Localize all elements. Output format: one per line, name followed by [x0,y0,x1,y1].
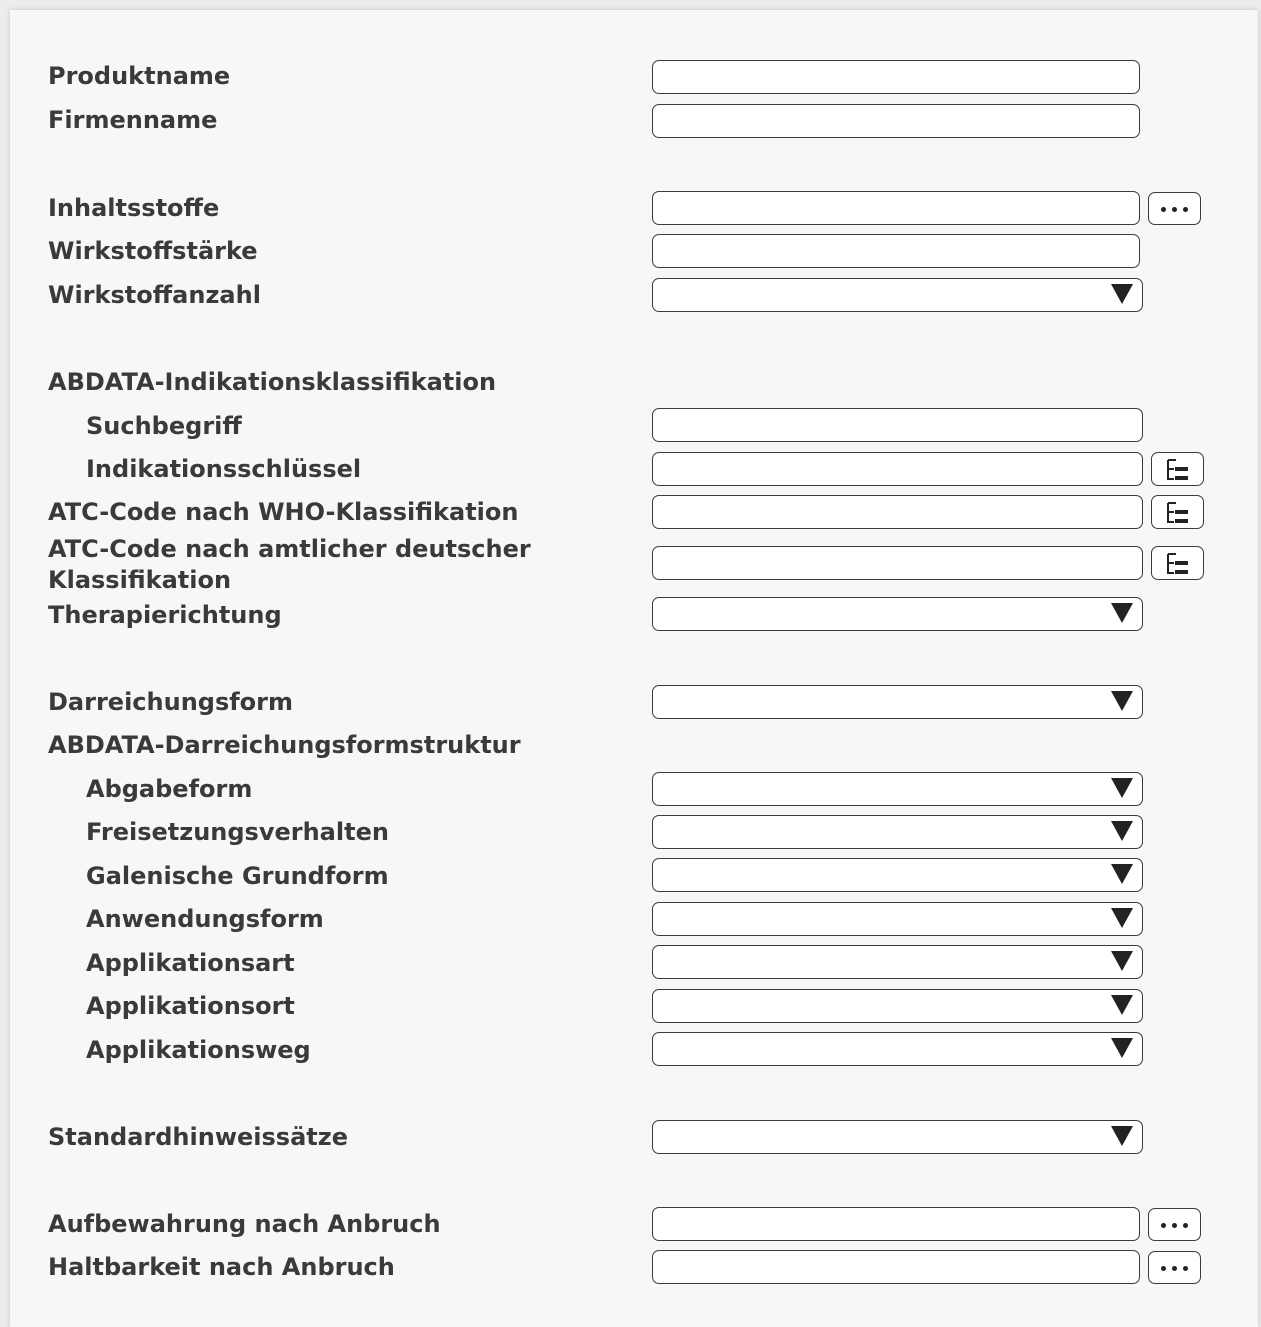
wirkstoffstaerke-input[interactable] [652,234,1140,268]
label-inhaltsstoffe: Inhaltsstoffe [48,194,220,222]
tree-hierarchy-icon [1167,553,1188,574]
label-darreichungsform: Darreichungsform [48,688,294,716]
galenische-grundform-select[interactable] [652,858,1143,892]
applikationsart-select[interactable] [652,945,1143,979]
standardhinweissaetze-select[interactable] [652,1120,1143,1154]
applikationsweg-select[interactable] [652,1032,1143,1066]
label-anwendungsform: Anwendungsform [86,905,324,933]
aufbewahrung-more-button[interactable] [1148,1208,1201,1241]
label-atc-amtlich: ATC-Code nach amtlicher deutscher Klassi… [48,535,531,594]
label-freisetzungsverhalten: Freisetzungsverhalten [86,818,389,846]
freisetzungsverhalten-select[interactable] [652,815,1143,849]
tree-hierarchy-icon [1167,502,1188,523]
triangle-down-icon [1111,284,1133,304]
triangle-down-icon [1111,821,1133,841]
label-abdata-darreichungsformstruktur: ABDATA-Darreichungsformstruktur [48,731,521,759]
haltbarkeit-nach-anbruch-input[interactable] [652,1250,1140,1284]
indikationsschluessel-tree-button[interactable] [1151,452,1204,486]
label-applikationsart: Applikationsart [86,949,295,977]
aufbewahrung-nach-anbruch-input[interactable] [652,1207,1140,1241]
label-abgabeform: Abgabeform [86,775,253,803]
label-standardhinweissaetze: Standardhinweissätze [48,1123,348,1151]
triangle-down-icon [1111,951,1133,971]
label-applikationsort: Applikationsort [86,992,295,1020]
produktname-input[interactable] [652,60,1140,94]
label-haltbarkeit-nach-anbruch: Haltbarkeit nach Anbruch [48,1253,395,1281]
triangle-down-icon [1111,995,1133,1015]
triangle-down-icon [1111,603,1133,623]
darreichungsform-select[interactable] [652,685,1143,719]
tree-hierarchy-icon [1167,459,1188,480]
haltbarkeit-more-button[interactable] [1148,1251,1201,1284]
suchbegriff-input[interactable] [652,408,1143,442]
inhaltsstoffe-more-button[interactable] [1148,192,1201,225]
label-wirkstoffstaerke: Wirkstoffstärke [48,237,258,265]
label-therapierichtung: Therapierichtung [48,601,282,629]
triangle-down-icon [1111,778,1133,798]
triangle-down-icon [1111,691,1133,711]
triangle-down-icon [1111,908,1133,928]
abgabeform-select[interactable] [652,772,1143,806]
triangle-down-icon [1111,1038,1133,1058]
label-aufbewahrung-nach-anbruch: Aufbewahrung nach Anbruch [48,1210,441,1238]
label-applikationsweg: Applikationsweg [86,1036,311,1064]
label-suchbegriff: Suchbegriff [86,412,242,440]
anwendungsform-select[interactable] [652,902,1143,936]
label-produktname: Produktname [48,62,231,90]
label-abdata-indikationsklassifikation: ABDATA-Indikationsklassifikation [48,368,497,396]
atc-amtlich-tree-button[interactable] [1151,546,1204,580]
label-indikationsschluessel: Indikationsschlüssel [86,455,362,483]
label-firmenname: Firmenname [48,106,218,134]
label-wirkstoffanzahl: Wirkstoffanzahl [48,281,261,309]
atc-amtlich-input[interactable] [652,546,1143,580]
triangle-down-icon [1111,1126,1133,1146]
firmenname-input[interactable] [652,104,1140,138]
inhaltsstoffe-input[interactable] [652,191,1140,225]
label-atc-who: ATC-Code nach WHO-Klassifikation [48,498,519,526]
therapierichtung-select[interactable] [652,597,1143,631]
triangle-down-icon [1111,864,1133,884]
wirkstoffanzahl-select[interactable] [652,278,1143,312]
label-galenische-grundform: Galenische Grundform [86,862,389,890]
atc-who-tree-button[interactable] [1151,495,1204,529]
applikationsort-select[interactable] [652,989,1143,1023]
atc-who-input[interactable] [652,495,1143,529]
indikationsschluessel-input[interactable] [652,452,1143,486]
